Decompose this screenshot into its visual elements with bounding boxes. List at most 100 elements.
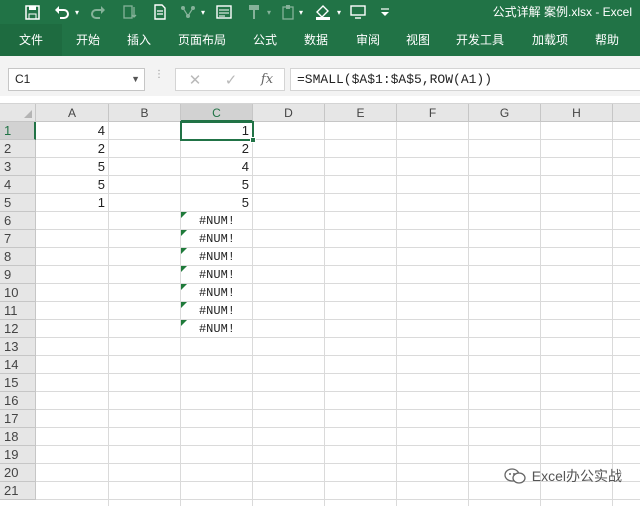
tab-help[interactable]: 帮助 [582,24,632,56]
watermark: Excel办公实战 [504,466,622,486]
cancel-icon[interactable]: ✕ [180,69,210,90]
cell-c4[interactable]: 5 [181,176,253,194]
gridline [36,427,640,428]
row-header-6[interactable]: 6 [0,212,36,230]
column-header-b[interactable]: B [109,104,181,122]
gridline [36,229,640,230]
column-header-e[interactable]: E [325,104,397,122]
error-indicator-icon[interactable] [181,230,187,236]
tab-insert[interactable]: 插入 [114,24,164,56]
tab-view[interactable]: 视图 [394,24,442,56]
gridline [36,175,640,176]
cell-a1[interactable]: 4 [37,122,109,140]
column-header-f[interactable]: F [397,104,469,122]
screen-icon[interactable] [348,2,368,22]
insert-function-icon[interactable]: fx [252,69,282,90]
cell-c3[interactable]: 4 [181,158,253,176]
row-header-4[interactable]: 4 [0,176,36,194]
dropdown-icon[interactable]: ▾ [334,2,344,22]
cell-c12[interactable]: #NUM! [181,320,253,338]
column-header-h[interactable]: H [541,104,613,122]
row-header-11[interactable]: 11 [0,302,36,320]
cell-c11[interactable]: #NUM! [181,302,253,320]
resize-handle[interactable]: ⋮ [154,70,164,88]
row-header-2[interactable]: 2 [0,140,36,158]
row-header-17[interactable]: 17 [0,410,36,428]
error-indicator-icon[interactable] [181,302,187,308]
row-header-3[interactable]: 3 [0,158,36,176]
gridline [36,211,640,212]
tab-formulas[interactable]: 公式 [240,24,290,56]
dropdown-icon[interactable]: ▾ [264,2,274,22]
error-indicator-icon[interactable] [181,248,187,254]
tab-developer[interactable]: 开发工具 [442,24,518,56]
row-header-7[interactable]: 7 [0,230,36,248]
gridline [36,265,640,266]
row-header-1[interactable]: 1 [0,122,36,140]
cell-c6[interactable]: #NUM! [181,212,253,230]
undo-icon[interactable] [52,2,72,22]
row-header-9[interactable]: 9 [0,266,36,284]
cell-a3[interactable]: 5 [37,158,109,176]
column-header-partial[interactable] [613,104,640,122]
column-header-a[interactable]: A [36,104,109,122]
tab-page-layout[interactable]: 页面布局 [164,24,240,56]
row-header-8[interactable]: 8 [0,248,36,266]
fill-color-icon[interactable] [312,2,334,22]
error-indicator-icon[interactable] [181,212,187,218]
row-header-10[interactable]: 10 [0,284,36,302]
customize-qat-icon[interactable] [378,2,392,22]
ribbon-tabs: 文件 开始 插入 页面布局 公式 数据 审阅 视图 开发工具 加载项 帮助 [0,24,640,56]
row-header-12[interactable]: 12 [0,320,36,338]
row-header-18[interactable]: 18 [0,428,36,446]
save-icon[interactable] [22,2,42,22]
cell-c5[interactable]: 5 [181,194,253,212]
cell-a4[interactable]: 5 [37,176,109,194]
tab-review[interactable]: 审阅 [342,24,394,56]
error-indicator-icon[interactable] [181,284,187,290]
cell-a2[interactable]: 2 [37,140,109,158]
cell-c2[interactable]: 2 [181,140,253,158]
format-painter-icon[interactable] [244,2,264,22]
cell-a5[interactable]: 1 [37,194,109,212]
enter-icon[interactable]: ✓ [216,69,246,90]
tab-home[interactable]: 开始 [62,24,114,56]
chevron-down-icon[interactable]: ▼ [131,69,140,90]
redo-icon[interactable] [88,2,108,22]
row-header-14[interactable]: 14 [0,356,36,374]
row-header-5[interactable]: 5 [0,194,36,212]
cell-c8[interactable]: #NUM! [181,248,253,266]
tab-addins[interactable]: 加载项 [518,24,582,56]
row-header-20[interactable]: 20 [0,464,36,482]
column-header-g[interactable]: G [469,104,541,122]
row-header-19[interactable]: 19 [0,446,36,464]
tab-data[interactable]: 数据 [290,24,342,56]
error-indicator-icon[interactable] [181,266,187,272]
dropdown-icon[interactable]: ▾ [198,2,208,22]
cell-c10[interactable]: #NUM! [181,284,253,302]
name-box[interactable]: C1 ▼ [8,68,145,91]
gridline [36,193,640,194]
select-all-button[interactable] [0,104,36,122]
error-indicator-icon[interactable] [181,320,187,326]
document-icon[interactable] [150,2,170,22]
title-bar: ▾ ▾ ▾ ▾ ▾ 公式详解 案例.xlsx - Excel [0,0,640,24]
fill-handle[interactable] [250,137,256,143]
row-header-16[interactable]: 16 [0,392,36,410]
gridline [36,409,640,410]
column-header-d[interactable]: D [253,104,325,122]
sort-icon[interactable] [120,2,140,22]
row-header-21[interactable]: 21 [0,482,36,500]
cell-c7[interactable]: #NUM! [181,230,253,248]
tab-file[interactable]: 文件 [0,24,62,56]
dropdown-icon[interactable]: ▾ [296,2,306,22]
form-icon[interactable] [214,2,234,22]
paste-icon[interactable] [278,2,298,22]
undo-dropdown-icon[interactable]: ▾ [72,2,82,22]
row-header-15[interactable]: 15 [0,374,36,392]
row-header-13[interactable]: 13 [0,338,36,356]
cell-c9[interactable]: #NUM! [181,266,253,284]
connect-icon[interactable] [178,2,198,22]
column-header-c[interactable]: C [181,104,253,122]
formula-input[interactable]: =SMALL($A$1:$A$5,ROW(A1)) [290,68,640,91]
